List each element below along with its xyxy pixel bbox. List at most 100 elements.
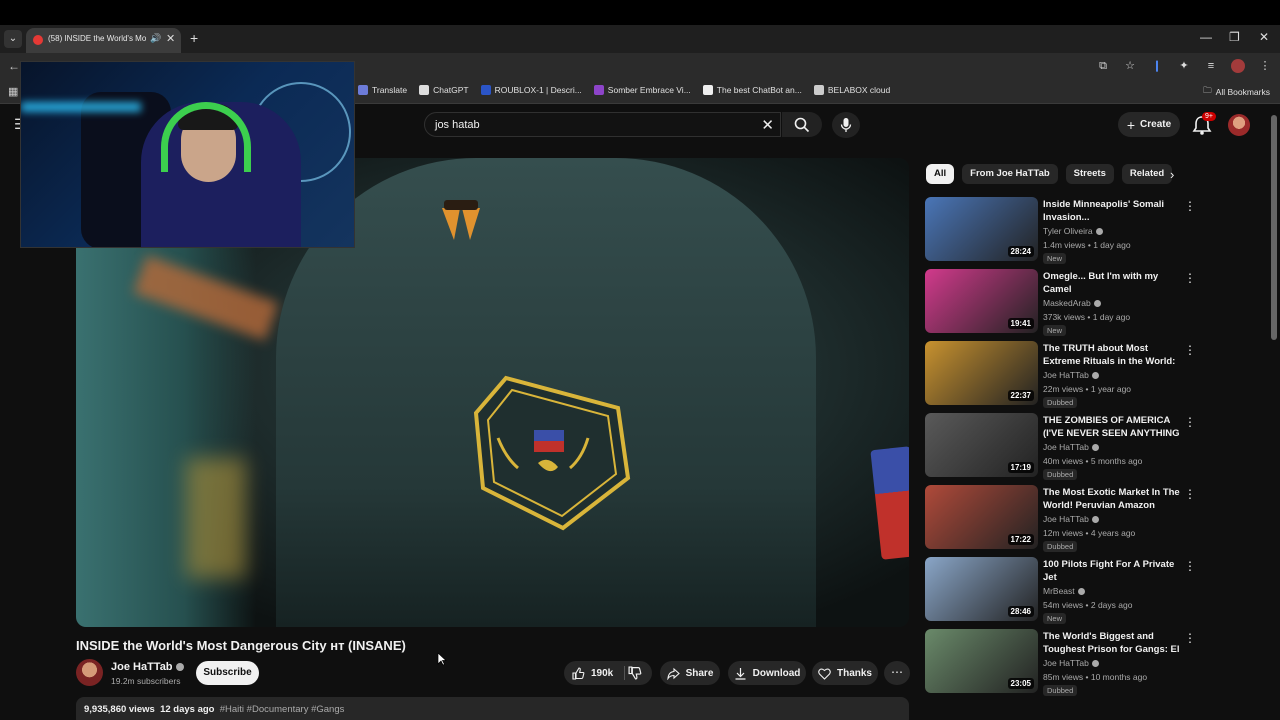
recommendation-badge: Dubbed (1043, 685, 1078, 696)
all-bookmarks[interactable]: 🗀 All Bookmarks (1203, 85, 1270, 99)
description-box[interactable]: 9,935,860 views 12 days ago #Haiti #Docu… (76, 697, 909, 720)
recommendation-channel[interactable]: Tyler Oliveira (1043, 226, 1103, 236)
recommendation-channel-name: MaskedArab (1043, 298, 1091, 308)
video-thumbnail[interactable]: 22:37 (925, 341, 1038, 405)
kebab-menu-icon[interactable]: ⋮ (1184, 199, 1196, 213)
recommendations-list: 28:24 Inside Minneapolis' Somali Invasion… (925, 197, 1196, 701)
create-button[interactable]: + Create (1118, 112, 1180, 137)
video-thumbnail[interactable]: 17:22 (925, 485, 1038, 549)
bookmark-item[interactable]: Somber Embrace Vi... (593, 85, 691, 95)
like-count: 190k (591, 667, 614, 679)
kebab-menu-icon[interactable]: ⋮ (1184, 631, 1196, 645)
chip-related[interactable]: Related (1121, 164, 1173, 184)
cast-icon[interactable]: ⧉ (1096, 59, 1110, 73)
kebab-menu-icon[interactable]: ⋮ (1184, 415, 1196, 429)
kebab-menu-icon[interactable]: ⋮ (1184, 343, 1196, 357)
download-label: Download (752, 667, 801, 679)
download-button[interactable]: Download (728, 661, 806, 685)
recommendation-item[interactable]: 22:37 The TRUTH about Most Extreme Ritual… (925, 341, 1196, 413)
restore-icon[interactable]: ❐ (1229, 30, 1240, 44)
video-thumbnail[interactable]: 23:05 (925, 629, 1038, 693)
search-button[interactable] (782, 112, 822, 137)
bookmark-item[interactable]: ROUBLOX-1 | Descri... (480, 85, 582, 95)
recommendation-title[interactable]: The Most Exotic Market In The World! Per… (1043, 486, 1183, 512)
bookmark-item[interactable]: The best ChatBot an... (702, 85, 802, 95)
channel-name[interactable]: Joe HaTTab (111, 661, 184, 673)
letterbox-bar (0, 0, 1280, 25)
browser-menu-icon[interactable]: ⋮ (1258, 59, 1272, 73)
kebab-menu-icon[interactable]: ⋮ (1184, 487, 1196, 501)
recommendation-title[interactable]: Omegle... But I'm with my Camel (1043, 270, 1183, 296)
bookmark-item[interactable]: ChatGPT (419, 85, 469, 95)
recommendation-item[interactable]: 19:41 Omegle... But I'm with my Camel Mask… (925, 269, 1196, 341)
bookmark-item[interactable]: BELABOX cloud (813, 85, 890, 95)
account-avatar[interactable] (1228, 114, 1250, 136)
recommendation-meta: 373k views • 1 day ago (1043, 312, 1131, 322)
channel-avatar[interactable] (76, 659, 103, 686)
profile-avatar-icon[interactable] (1231, 59, 1245, 73)
video-thumbnail[interactable]: 28:46 (925, 557, 1038, 621)
recommendation-title[interactable]: 100 Pilots Fight For A Private Jet (1043, 558, 1183, 584)
chevron-right-icon[interactable]: › (1170, 167, 1174, 182)
close-window-icon[interactable]: ✕ (1259, 30, 1269, 44)
pendant-image (442, 200, 480, 240)
kebab-menu-icon[interactable]: ⋮ (1184, 559, 1196, 573)
recommendation-channel[interactable]: MrBeast (1043, 586, 1085, 596)
hashtags[interactable]: #Haiti #Documentary #Gangs (220, 704, 345, 715)
kebab-menu-icon[interactable]: ⋮ (1184, 271, 1196, 285)
chip-from-joe-hattab[interactable]: From Joe HaTTab (962, 164, 1058, 184)
bookmark-label: Translate (372, 85, 408, 95)
clear-search-icon[interactable]: ✕ (761, 116, 774, 134)
video-thumbnail[interactable]: 19:41 (925, 269, 1038, 333)
chip-all[interactable]: All (926, 164, 955, 184)
mouse-cursor-icon (437, 652, 447, 666)
recommendation-channel[interactable]: Joe HaTTab (1043, 658, 1099, 668)
like-divider (624, 666, 625, 680)
tab-search-button[interactable]: ⌄ (4, 30, 22, 48)
recommendation-channel[interactable]: Joe HaTTab (1043, 514, 1099, 524)
search-input[interactable]: jos hatab ✕ (424, 112, 781, 137)
new-tab-button[interactable]: + (190, 30, 198, 46)
recommendation-item[interactable]: 17:22 The Most Exotic Market In The World… (925, 485, 1196, 557)
video-title: INSIDE the World's Most Dangerous City ʜ… (76, 638, 406, 653)
recommendation-title[interactable]: The World's Biggest and Toughest Prison … (1043, 630, 1183, 656)
bookmark-star-icon[interactable]: ☆ (1123, 59, 1137, 73)
recommendation-item[interactable]: 28:46 100 Pilots Fight For A Private Jet M… (925, 557, 1196, 629)
bookmark-favicon-icon (813, 85, 824, 95)
recommendation-title[interactable]: The TRUTH about Most Extreme Rituals in … (1043, 342, 1183, 368)
more-actions-icon[interactable]: ⋯ (884, 661, 910, 685)
recommendation-channel[interactable]: Joe HaTTab (1043, 442, 1099, 452)
chip-streets[interactable]: Streets (1065, 164, 1114, 184)
minimize-icon[interactable]: — (1200, 30, 1212, 44)
thumbs-down-icon[interactable] (628, 666, 642, 680)
recommendation-channel[interactable]: Joe HaTTab (1043, 370, 1099, 380)
video-thumbnail[interactable]: 17:19 (925, 413, 1038, 477)
recommendation-title[interactable]: Inside Minneapolis' Somali Invasion... (1043, 198, 1183, 224)
media-controls-icon[interactable]: ≡ (1204, 59, 1218, 73)
recommendation-item[interactable]: 23:05 The World's Biggest and Toughest Pr… (925, 629, 1196, 701)
extension-wave-icon[interactable]: ❙ (1150, 59, 1164, 73)
speaker-icon[interactable]: 🔊 (150, 33, 161, 44)
like-button[interactable]: 190k (572, 661, 613, 685)
verified-check-icon (1091, 444, 1099, 452)
bookmark-item[interactable]: Translate (358, 85, 407, 95)
share-button[interactable]: Share (660, 661, 720, 685)
duration-badge: 28:46 (1007, 606, 1034, 617)
close-tab-icon[interactable]: ✕ (166, 32, 175, 45)
video-thumbnail[interactable]: 28:24 (925, 197, 1038, 261)
recommendation-title[interactable]: THE ZOMBIES OF AMERICA (I'VE NEVER SEEN … (1043, 414, 1183, 440)
voice-search-button[interactable] (832, 112, 860, 138)
thanks-button[interactable]: Thanks (812, 661, 878, 685)
page-scrollbar[interactable] (1271, 115, 1277, 340)
recommendation-channel[interactable]: MaskedArab (1043, 298, 1101, 308)
thanks-heart-dollar-icon (818, 668, 831, 680)
browser-tab-active[interactable]: (58) INSIDE the World's Mo 🔊 ✕ (26, 28, 181, 53)
recommendation-item[interactable]: 17:19 THE ZOMBIES OF AMERICA (I'VE NEVER … (925, 413, 1196, 485)
corps-des-brigadiers-patch-image (473, 375, 631, 531)
recommendation-meta: 12m views • 4 years ago (1043, 528, 1136, 538)
extensions-puzzle-icon[interactable]: ✦ (1177, 59, 1191, 73)
apps-grid-icon[interactable]: ▦ (8, 85, 18, 98)
subscribe-button[interactable]: Subscribe (196, 661, 259, 685)
back-arrow-icon[interactable]: ← (8, 59, 20, 73)
recommendation-item[interactable]: 28:24 Inside Minneapolis' Somali Invasion… (925, 197, 1196, 269)
